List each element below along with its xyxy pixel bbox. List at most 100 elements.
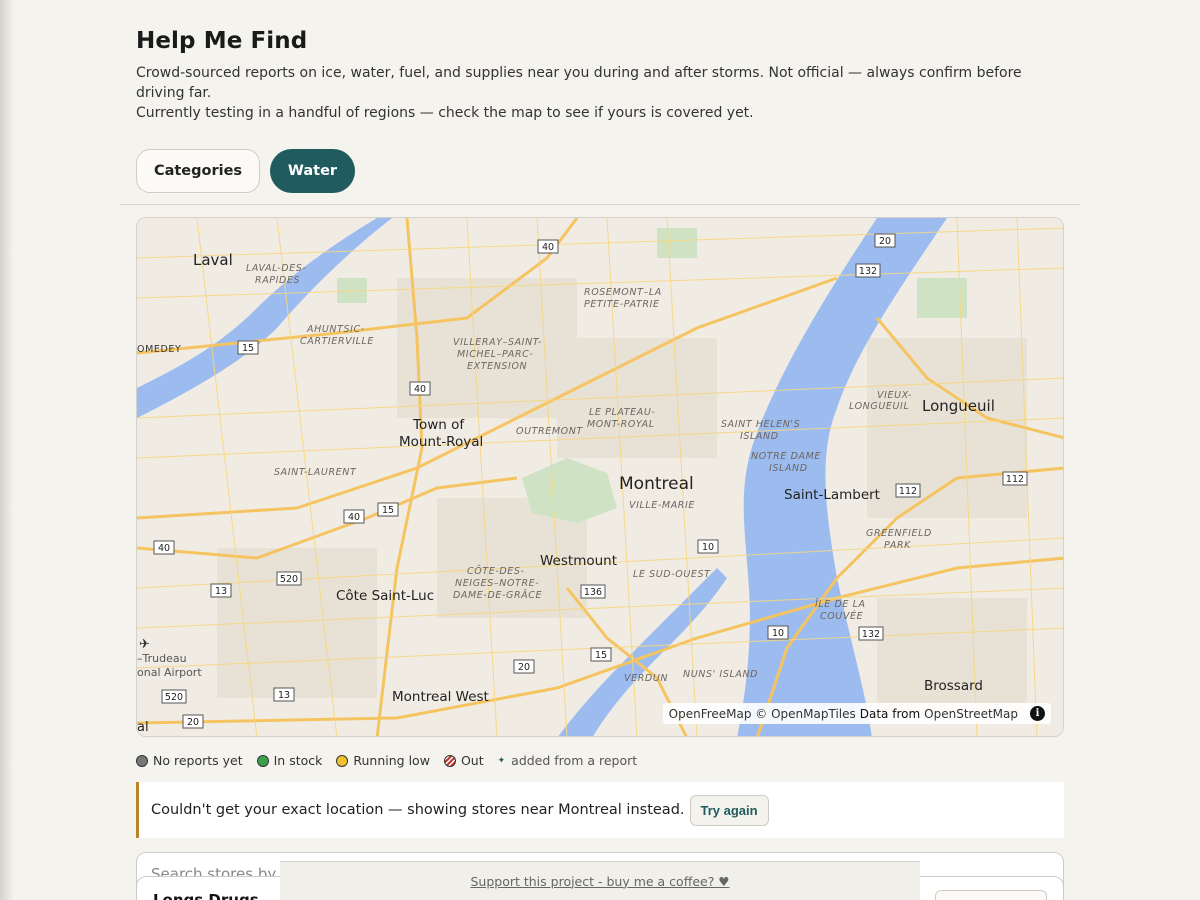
svg-text:al: al	[137, 720, 149, 735]
svg-text:40: 40	[542, 242, 554, 253]
striped-dot-icon	[443, 754, 456, 767]
label-town-of: Town of	[412, 417, 465, 433]
water-chip[interactable]: Water	[270, 149, 355, 193]
svg-text:13: 13	[215, 586, 227, 597]
route-shield: 40	[537, 239, 559, 254]
borough-label: OUTREMONT	[516, 426, 583, 437]
info-icon[interactable]: i	[1030, 706, 1045, 721]
route-shield: 15	[237, 340, 259, 355]
route-shield: 13	[210, 583, 232, 598]
route-shield: 132	[855, 263, 881, 278]
label-longueuil: Longueuil	[922, 397, 995, 415]
notice-text: Couldn't get your exact location — showi…	[151, 802, 685, 818]
svg-text:–Trudeau: –Trudeau	[137, 652, 187, 665]
map-legend: No reports yet In stock Running low Out …	[136, 753, 1064, 768]
svg-text:13: 13	[278, 690, 290, 701]
route-shield: 112	[895, 483, 921, 498]
svg-text:40: 40	[158, 543, 170, 554]
legend-label: Running low	[353, 753, 430, 768]
svg-text:20: 20	[879, 236, 891, 247]
route-shield: 132	[858, 626, 884, 641]
borough-label: COUVÉE	[820, 610, 863, 622]
green-dot-icon	[256, 754, 269, 767]
store-action-button[interactable]	[935, 890, 1047, 900]
airplane-icon: ✈	[139, 637, 150, 652]
categories-chip[interactable]: Categories	[136, 149, 260, 193]
borough-label: LONGUEUIL	[849, 401, 909, 412]
svg-text:20: 20	[518, 662, 530, 673]
svg-text:136: 136	[584, 587, 602, 598]
gray-dot-icon	[136, 754, 148, 767]
borough-label: PETITE-PATRIE	[584, 299, 660, 310]
page-title: Help Me Find	[136, 28, 308, 54]
borough-label: ISLAND	[740, 431, 779, 442]
borough-label: NOTRE DAME	[751, 451, 821, 462]
svg-text:520: 520	[165, 692, 183, 703]
category-chips: Categories Water	[136, 149, 1064, 193]
legend-no-reports: No reports yet	[136, 753, 243, 768]
attribution-openstreetmap[interactable]: OpenStreetMap	[924, 707, 1018, 721]
attribution-openfreemap[interactable]: OpenFreeMap © OpenMapTiles	[669, 707, 856, 721]
svg-text:15: 15	[382, 505, 394, 516]
try-again-button[interactable]: Try again	[689, 794, 769, 826]
route-shield: 40	[409, 381, 431, 396]
legend-in-stock: In stock	[256, 753, 323, 768]
route-shield: 20	[874, 233, 896, 248]
route-shield: 10	[697, 539, 719, 554]
borough-label: ROSEMONT–LA	[584, 287, 662, 298]
svg-text:15: 15	[242, 343, 254, 354]
borough-label: VIEUX-	[877, 390, 912, 401]
borough-label: SAINT-LAURENT	[274, 467, 357, 478]
legend-label: In stock	[273, 753, 323, 768]
support-link[interactable]: Support this project - buy me a coffee? …	[470, 874, 729, 889]
route-shield: 40	[343, 509, 365, 524]
label-montreal: Montreal	[619, 474, 694, 494]
route-shield: 20	[513, 659, 535, 674]
borough-label: RAPIDES	[255, 275, 300, 286]
map-canvas[interactable]: Laval Longueuil Montreal Town of Mount-R…	[137, 218, 1064, 737]
borough-label: MONT-ROYAL	[587, 419, 655, 430]
store-map[interactable]: Laval Longueuil Montreal Town of Mount-R…	[136, 217, 1064, 737]
route-shield: 10	[767, 625, 789, 640]
borough-label: OMEDEY	[137, 344, 181, 355]
attribution-data-from: Data from	[859, 706, 921, 721]
support-bar: Support this project - buy me a coffee? …	[280, 861, 920, 900]
route-shield: 40	[153, 540, 175, 555]
store-name: Longs Drugs	[153, 891, 259, 900]
location-notice: Couldn't get your exact location — showi…	[136, 782, 1064, 838]
borough-label: CÔTE-DES-	[467, 565, 525, 577]
label-brossard: Brossard	[924, 678, 983, 694]
borough-label: NUNS' ISLAND	[683, 669, 758, 680]
label-laval: Laval	[193, 251, 233, 269]
borough-label: PARK	[884, 540, 911, 551]
svg-text:112: 112	[1006, 474, 1024, 485]
borough-label: LE SUD-OUEST	[633, 569, 711, 580]
borough-label: EXTENSION	[467, 361, 527, 372]
label-montreal-west: Montreal West	[392, 689, 489, 705]
borough-label: NEIGES–NOTRE-	[455, 578, 539, 589]
label-westmount: Westmount	[540, 553, 617, 569]
borough-label: CARTIERVILLE	[300, 336, 374, 347]
svg-text:40: 40	[414, 384, 426, 395]
intro-line-2: Currently testing in a handful of region…	[136, 105, 754, 121]
borough-label: ÎLE DE LA	[815, 598, 866, 610]
svg-text:10: 10	[702, 542, 714, 553]
divider	[120, 204, 1080, 205]
borough-label: AHUNTSIC-	[306, 324, 365, 335]
legend-label: No reports yet	[153, 753, 243, 768]
route-shield: 15	[377, 502, 399, 517]
sparkle-icon: ✦	[497, 755, 506, 766]
label-mount-royal: Mount-Royal	[399, 434, 483, 450]
legend-label: added from a report	[511, 753, 638, 768]
svg-text:15: 15	[595, 650, 607, 661]
legend-label: Out	[460, 753, 484, 768]
route-shield: 112	[1002, 471, 1028, 486]
legend-out: Out	[443, 753, 484, 768]
borough-label: MICHEL–PARC-	[457, 349, 533, 360]
svg-text:132: 132	[859, 266, 877, 277]
map-attribution: OpenFreeMap © OpenMapTiles Data from Ope…	[662, 703, 1051, 724]
borough-label: VILLERAY–SAINT-	[453, 337, 542, 348]
legend-running-low: Running low	[336, 753, 430, 768]
route-shield: 136	[580, 584, 606, 599]
svg-text:40: 40	[348, 512, 360, 523]
